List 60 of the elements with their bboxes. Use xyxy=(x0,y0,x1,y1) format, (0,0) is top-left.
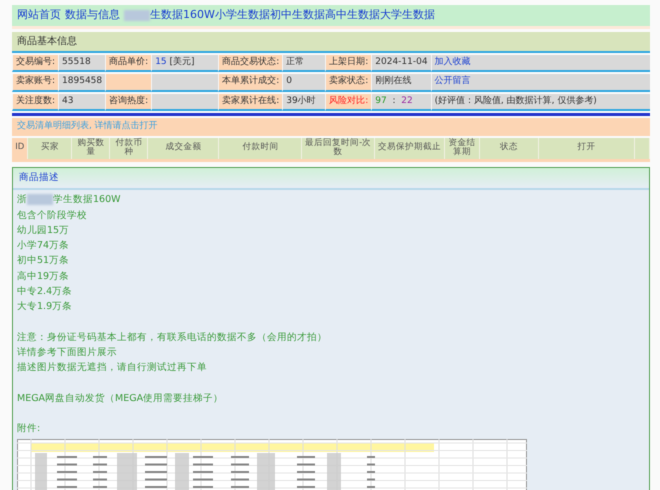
description-text: 高中19万条 xyxy=(17,270,70,282)
description-text: 初中51万条 xyxy=(17,255,70,266)
action-link[interactable]: 公开留言 xyxy=(430,74,650,92)
field-label: 风险对比: xyxy=(325,94,372,111)
field-label: 卖家状态: xyxy=(325,74,372,92)
field-value: 55518 xyxy=(58,54,106,72)
panel-title: 商品描述 xyxy=(13,168,649,190)
column-header: 资金结算期 xyxy=(444,138,480,161)
attachment-label: 附件: xyxy=(17,422,40,434)
breadcrumb-link[interactable]: 网站首页 xyxy=(17,7,61,24)
good-score: 97 xyxy=(375,96,387,106)
field-label: 本单累计成交: xyxy=(218,74,282,92)
column-header: 付款币种 xyxy=(110,138,148,161)
action-link[interactable]: 加入收藏 xyxy=(430,54,650,72)
section-header: 商品基本信息 xyxy=(12,32,650,50)
column-header: 打开 xyxy=(538,138,634,161)
description-text: 中专2.4万条 xyxy=(17,286,72,298)
field-value: 39小时 xyxy=(282,94,326,111)
value-cell xyxy=(151,74,218,92)
description-text: MEGA网盘自动发货（MEGA使用需要挂梯子） xyxy=(17,392,224,404)
field-value: 刚刚在线 xyxy=(371,74,431,92)
column-header: 购买数量 xyxy=(72,138,110,161)
column-header: 买家 xyxy=(28,138,72,161)
column-header: 状态 xyxy=(480,138,539,161)
field-label: 商品单价: xyxy=(105,54,152,72)
field-value: 1895458 xyxy=(58,74,106,92)
score-separator: : xyxy=(392,96,396,106)
currency-unit: [美元] xyxy=(170,56,195,66)
field-label: 卖家累计在线: xyxy=(218,94,282,111)
field-label: 商品交易状态: xyxy=(218,54,282,72)
breadcrumb-link[interactable]: 数据与信息 xyxy=(65,7,120,24)
description-text: 描述图片数据无遮挡，请自行测试过再下单 xyxy=(17,362,207,374)
description-text: 大专1.9万条 xyxy=(17,301,72,312)
label-cell xyxy=(105,74,152,92)
description-text: 包含个阶段学校 xyxy=(17,210,87,221)
price-value: 15 xyxy=(155,56,167,66)
field-label: 关注度数: xyxy=(12,94,58,111)
column-header: 成交金额 xyxy=(148,138,219,161)
field-label: 交易编号: xyxy=(12,54,58,72)
field-value: 正常 xyxy=(282,54,326,72)
description-text: 详情参考下面图片展示 xyxy=(17,346,117,358)
field-value: (好评值 : 风险值, 由数据计算, 仅供参考) xyxy=(430,94,650,111)
column-header: 交易保护期截止 xyxy=(374,138,445,161)
value-cell xyxy=(151,94,218,111)
description-text: 小学74万条 xyxy=(17,240,70,252)
description-text: 幼儿园15万 xyxy=(17,224,70,236)
description-text: 学生数据160W xyxy=(53,193,121,208)
field-value: 0 xyxy=(282,74,326,92)
field-value: 2024-11-04 xyxy=(371,54,431,72)
description-text: 注意：身份证号码基本上都有，有联系电话的数据不多（会用的才拍） xyxy=(17,332,327,343)
field-value: 43 xyxy=(58,94,106,111)
risk-score: 22 xyxy=(401,96,413,106)
field-label: 卖家账号: xyxy=(12,74,58,92)
field-label: 咨询热度: xyxy=(105,94,152,111)
listing-title-link[interactable]: 生数据160W小学生数据初中生数据高中生数据大学生数据 xyxy=(150,7,435,24)
column-header: 付款时间 xyxy=(218,138,302,161)
column-header: ID xyxy=(12,138,28,161)
description-text: 浙 xyxy=(17,193,27,208)
field-label: 上架日期: xyxy=(325,54,372,72)
column-header: 最后回复时间-次数 xyxy=(302,138,375,161)
